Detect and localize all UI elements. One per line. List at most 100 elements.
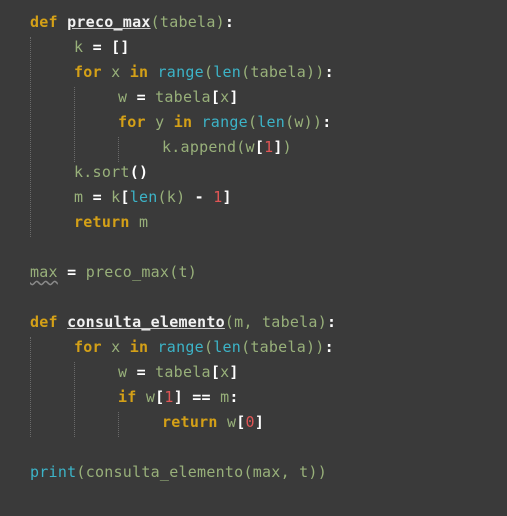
code-line[interactable]: k = []: [74, 35, 130, 60]
code-token: k: [74, 38, 84, 56]
code-token: :: [327, 313, 337, 331]
code-token: in: [173, 113, 193, 131]
code-line[interactable]: return w[0]: [162, 410, 264, 435]
code-token: max: [30, 263, 58, 281]
code-token: [: [210, 88, 221, 106]
code-token: 1: [264, 138, 274, 156]
code-token: def: [30, 313, 58, 331]
code-token: for: [118, 113, 146, 131]
code-token: if: [118, 388, 137, 406]
code-token: 0: [245, 413, 255, 431]
code-token: tabela: [155, 363, 211, 381]
code-token: in: [129, 338, 149, 356]
code-token: (w)): [285, 113, 323, 131]
code-editor[interactable]: def preco_max(tabela): k = [] for x in r…: [0, 0, 507, 516]
code-token: (: [203, 338, 214, 356]
code-line[interactable]: m = k[len(k) - 1]: [74, 185, 232, 210]
code-token: x: [111, 338, 121, 356]
code-line[interactable]: w = tabela[x]: [118, 360, 239, 385]
code-token: consulta_elemento: [67, 313, 225, 331]
code-token: len: [257, 113, 286, 131]
code-token: (: [247, 113, 258, 131]
code-token: ]: [254, 413, 265, 431]
code-token: (k): [157, 188, 186, 206]
code-token: -: [194, 188, 204, 206]
code-line[interactable]: k.sort(): [74, 160, 148, 185]
code-token: ): [317, 463, 327, 481]
code-token: ]: [222, 188, 232, 206]
code-token: =: [67, 263, 77, 281]
code-token: :: [324, 338, 334, 356]
code-token: for: [74, 338, 102, 356]
code-token: m: [138, 213, 149, 231]
code-line-max-assign[interactable]: max = preco_max(t): [30, 260, 197, 285]
code-token: y: [155, 113, 165, 131]
code-token: in: [129, 63, 149, 81]
code-line[interactable]: if w[1] == m:: [118, 385, 239, 410]
code-token: k: [111, 188, 121, 206]
code-token: :: [322, 113, 332, 131]
code-token: preco_max(t): [85, 263, 198, 281]
code-token: =: [92, 38, 102, 56]
code-token: ]: [229, 363, 239, 381]
code-token: 1: [213, 188, 223, 206]
code-line[interactable]: for x in range(len(tabela)):: [74, 335, 334, 360]
code-token: []: [111, 38, 130, 56]
code-token: =: [136, 88, 146, 106]
code-token: ==: [192, 388, 211, 406]
code-token: ]: [273, 138, 283, 156]
code-token: (m, tabela): [224, 313, 327, 331]
code-line[interactable]: w = tabela[x]: [118, 85, 239, 110]
code-token: x: [111, 63, 121, 81]
indent-guide: [118, 137, 120, 162]
code-line-print[interactable]: print(consulta_elemento(max, t)): [30, 460, 327, 485]
code-token: :: [224, 13, 235, 31]
code-line[interactable]: k.append(w[1]): [162, 135, 292, 160]
code-token: :: [229, 388, 239, 406]
code-line[interactable]: for y in range(len(w)):: [118, 110, 331, 135]
code-token: [: [236, 413, 246, 431]
code-line[interactable]: return m: [74, 210, 148, 235]
indent-guide: [118, 412, 120, 437]
code-token: range: [157, 338, 204, 356]
code-token: ): [282, 138, 292, 156]
code-token: (tabela): [150, 13, 225, 31]
code-token: =: [136, 363, 146, 381]
code-token: k.sort: [74, 163, 130, 181]
code-token: =: [92, 188, 102, 206]
code-token: len: [213, 63, 242, 81]
code-line-def-preco-max[interactable]: def preco_max(tabela):: [30, 10, 234, 35]
code-token: 1: [164, 388, 174, 406]
code-token: preco_max: [67, 13, 151, 31]
code-token: m: [74, 188, 84, 206]
indent-guide: [74, 87, 76, 162]
code-token: k.append(w: [162, 138, 255, 156]
indent-guide: [30, 37, 32, 237]
code-token: return: [74, 213, 130, 231]
code-token: def: [30, 13, 58, 31]
code-line[interactable]: for x in range(len(tabela)):: [74, 60, 334, 85]
code-line-def-consulta-elemento[interactable]: def consulta_elemento(m, tabela):: [30, 310, 336, 335]
code-token: len: [129, 188, 158, 206]
code-token: (: [76, 463, 86, 481]
code-token: [: [210, 363, 221, 381]
